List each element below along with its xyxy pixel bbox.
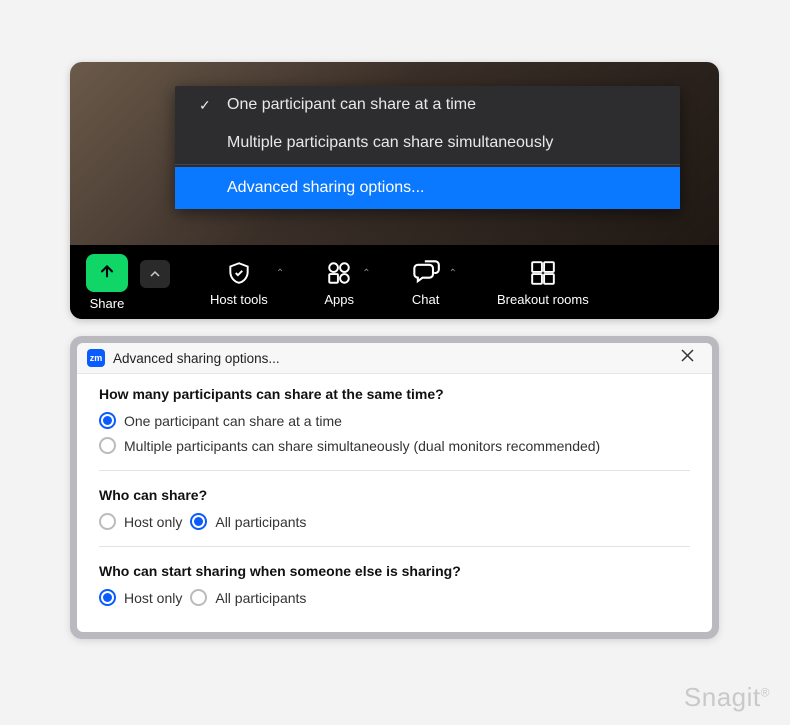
apps-arrow[interactable]: ⌃: [362, 268, 370, 279]
share-options-arrow[interactable]: [140, 260, 170, 288]
host-tools-button[interactable]: Host tools: [204, 254, 274, 311]
radio-icon: [190, 589, 207, 606]
divider: [99, 470, 690, 471]
close-button[interactable]: [672, 349, 702, 367]
menu-item-label: Multiple participants can share simultan…: [219, 134, 553, 152]
breakout-label: Breakout rooms: [497, 292, 589, 307]
menu-item-advanced-sharing[interactable]: ✓ Advanced sharing options...: [175, 167, 680, 209]
chat-button[interactable]: Chat: [405, 254, 447, 311]
radio-icon: [99, 589, 116, 606]
q3-options: Host only All participants: [99, 589, 690, 606]
chat-icon: [411, 258, 441, 288]
menu-divider: [175, 164, 680, 165]
radio-label: All participants: [215, 590, 306, 606]
share-label: Share: [90, 296, 125, 311]
radio-label: Host only: [124, 590, 182, 606]
menu-item-label: Advanced sharing options...: [219, 179, 424, 197]
share-icon: [86, 254, 128, 292]
q3-option-host-only[interactable]: Host only: [99, 589, 182, 606]
apps-icon: [324, 258, 354, 288]
dialog-shadow-frame: zm Advanced sharing options... How many …: [70, 336, 719, 639]
host-tools-arrow[interactable]: ⌃: [276, 268, 284, 279]
radio-icon: [99, 412, 116, 429]
breakout-rooms-button[interactable]: Breakout rooms: [491, 254, 595, 311]
q1-title: How many participants can share at the s…: [99, 386, 690, 402]
zoom-meeting-panel: ✓ One participant can share at a time ✓ …: [70, 62, 719, 319]
dialog-body: How many participants can share at the s…: [77, 374, 712, 632]
dialog-titlebar: zm Advanced sharing options...: [77, 343, 712, 374]
q1-option-one-participant[interactable]: One participant can share at a time: [99, 412, 690, 429]
radio-icon: [99, 513, 116, 530]
q3-option-all-participants[interactable]: All participants: [190, 589, 306, 606]
q2-option-all-participants[interactable]: All participants: [190, 513, 306, 530]
shield-icon: [224, 258, 254, 288]
advanced-sharing-dialog: zm Advanced sharing options... How many …: [77, 343, 712, 632]
chat-label: Chat: [412, 292, 439, 307]
zoom-app-icon: zm: [87, 349, 105, 367]
chat-arrow[interactable]: ⌃: [449, 268, 457, 279]
divider: [99, 546, 690, 547]
radio-icon: [99, 437, 116, 454]
menu-item-multiple-participants[interactable]: ✓ Multiple participants can share simult…: [175, 124, 680, 162]
check-icon: ✓: [199, 97, 219, 114]
radio-icon: [190, 513, 207, 530]
close-icon: [681, 349, 694, 362]
share-button[interactable]: Share: [80, 250, 134, 315]
grid-icon: [528, 258, 558, 288]
dialog-title: Advanced sharing options...: [113, 351, 672, 366]
radio-label: Multiple participants can share simultan…: [124, 438, 600, 454]
meeting-toolbar: Share Host tools ⌃ Apps ⌃: [70, 245, 719, 319]
q2-title: Who can share?: [99, 487, 690, 503]
q2-option-host-only[interactable]: Host only: [99, 513, 182, 530]
host-tools-label: Host tools: [210, 292, 268, 307]
menu-item-label: One participant can share at a time: [219, 96, 476, 114]
radio-label: One participant can share at a time: [124, 413, 342, 429]
radio-label: All participants: [215, 514, 306, 530]
q3-title: Who can start sharing when someone else …: [99, 563, 690, 579]
menu-item-one-participant[interactable]: ✓ One participant can share at a time: [175, 86, 680, 124]
q1-option-multiple-participants[interactable]: Multiple participants can share simultan…: [99, 437, 690, 454]
q2-options: Host only All participants: [99, 513, 690, 530]
snagit-watermark: Snagit®: [684, 682, 770, 713]
radio-label: Host only: [124, 514, 182, 530]
apps-button[interactable]: Apps: [318, 254, 360, 311]
share-dropdown-menu: ✓ One participant can share at a time ✓ …: [175, 86, 680, 209]
apps-label: Apps: [324, 292, 354, 307]
chevron-up-icon: [150, 269, 160, 279]
